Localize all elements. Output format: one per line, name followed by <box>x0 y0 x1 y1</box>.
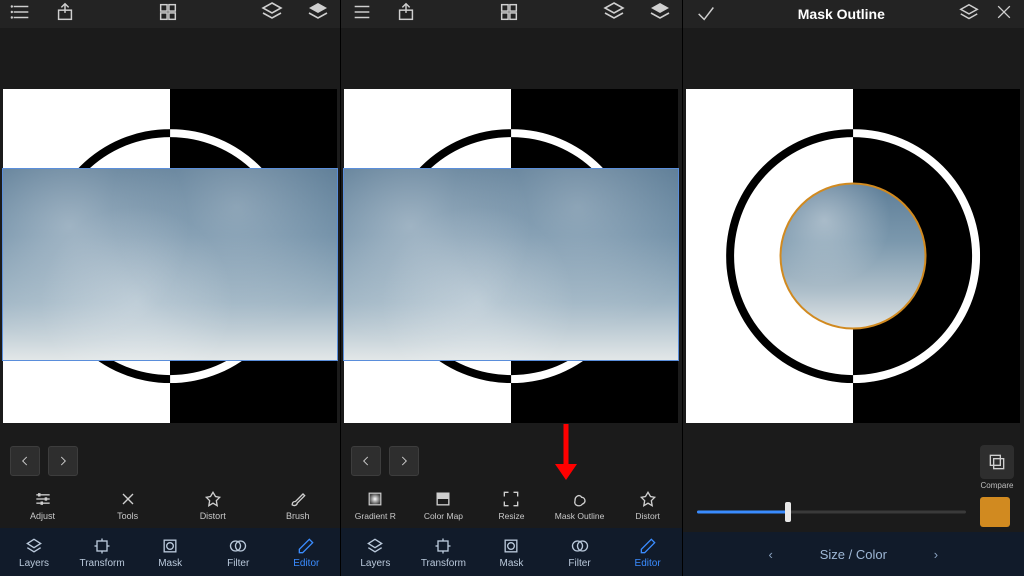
grid-icon[interactable] <box>157 1 179 28</box>
tool-color-map[interactable]: Color Map <box>409 482 477 528</box>
panel-1: Adjust Tools Distort Brush Layers <box>0 0 341 576</box>
tool-label: Adjust <box>30 511 55 521</box>
mode-bar[interactable]: ‹ Size / Color › <box>683 532 1024 576</box>
size-slider[interactable] <box>697 502 966 522</box>
prev-button[interactable] <box>10 446 40 476</box>
tab-editor[interactable]: Editor <box>614 528 682 576</box>
tab-transform[interactable]: Transform <box>409 528 477 576</box>
tab-label: Filter <box>568 558 590 569</box>
tool-label: Tools <box>117 511 138 521</box>
tab-label: Layers <box>360 558 390 569</box>
slider-fill <box>697 511 789 514</box>
frost-layer[interactable] <box>3 169 337 359</box>
layers-outline-icon[interactable] <box>260 0 284 29</box>
tab-label: Layers <box>19 558 49 569</box>
topbar-left <box>351 1 417 28</box>
topbar-center <box>498 1 520 28</box>
tool-distort[interactable]: Distort <box>614 482 682 528</box>
tool-label: Color Map <box>424 511 463 521</box>
tool-label: Mask Outline <box>555 511 605 521</box>
list-icon[interactable] <box>10 1 32 28</box>
slider-thumb[interactable] <box>785 502 791 522</box>
tab-editor[interactable]: Editor <box>272 528 340 576</box>
next-button[interactable] <box>389 446 419 476</box>
tool-mask-outline[interactable]: Mask Outline <box>546 482 614 528</box>
title-bar: Mask Outline <box>683 0 1024 28</box>
tab-mask[interactable]: Mask <box>136 528 204 576</box>
canvas-area <box>0 86 340 426</box>
topbar-right <box>602 0 672 29</box>
tab-filter[interactable]: Filter <box>204 528 272 576</box>
canvas-area <box>683 86 1024 426</box>
slider-row <box>683 492 1024 532</box>
tool-tools[interactable]: Tools <box>85 482 170 528</box>
close-icon[interactable] <box>994 2 1014 27</box>
tool-adjust[interactable]: Adjust <box>0 482 85 528</box>
tool-resize[interactable]: Resize <box>477 482 545 528</box>
spacer <box>0 28 340 86</box>
chevron-left-icon[interactable]: ‹ <box>762 547 780 562</box>
compare-button[interactable]: Compare <box>980 445 1014 490</box>
frost-layer[interactable] <box>344 169 678 359</box>
tab-mask[interactable]: Mask <box>477 528 545 576</box>
list-icon[interactable] <box>351 1 373 28</box>
tab-label: Mask <box>158 558 182 569</box>
topbar-right <box>260 0 330 29</box>
tool-distort[interactable]: Distort <box>170 482 255 528</box>
canvas[interactable] <box>3 89 337 423</box>
compare-label: Compare <box>981 481 1014 490</box>
layers-fill-icon[interactable] <box>306 0 330 29</box>
canvas[interactable] <box>686 89 1020 423</box>
top-toolbar <box>0 0 340 28</box>
tool-label: Distort <box>635 511 660 521</box>
share-icon[interactable] <box>54 1 76 28</box>
next-button[interactable] <box>48 446 78 476</box>
history-nav <box>351 446 419 476</box>
page-title: Mask Outline <box>729 6 954 22</box>
tab-label: Filter <box>227 558 249 569</box>
grid-icon[interactable] <box>498 1 520 28</box>
topbar-center <box>157 1 179 28</box>
mode-label: Size / Color <box>780 547 927 562</box>
tab-label: Mask <box>500 558 524 569</box>
tool-strip: Adjust Tools Distort Brush <box>0 482 340 528</box>
app-root: Adjust Tools Distort Brush Layers <box>0 0 1024 576</box>
topbar-left <box>10 1 76 28</box>
tool-strip: Gradient R Color Map Resize Mask Outline… <box>341 482 681 528</box>
tab-transform[interactable]: Transform <box>68 528 136 576</box>
tab-label: Transform <box>79 558 124 569</box>
spacer <box>341 28 681 86</box>
tool-brush[interactable]: Brush <box>255 482 340 528</box>
color-swatch[interactable] <box>980 497 1010 527</box>
tab-strip: Layers Transform Mask Filter Editor <box>0 528 340 576</box>
tool-label: Brush <box>286 511 310 521</box>
layers-outline-icon[interactable] <box>958 2 980 27</box>
tab-label: Editor <box>293 558 319 569</box>
layers-outline-icon[interactable] <box>602 0 626 29</box>
canvas[interactable] <box>344 89 678 423</box>
spacer <box>683 28 1024 86</box>
tab-label: Transform <box>421 558 466 569</box>
tool-label: Resize <box>498 511 524 521</box>
layers-fill-icon[interactable] <box>648 0 672 29</box>
panel-2: Gradient R Color Map Resize Mask Outline… <box>341 0 682 576</box>
history-nav <box>10 446 78 476</box>
tool-label: Distort <box>200 511 226 521</box>
tool-gradient-r[interactable]: Gradient R <box>341 482 409 528</box>
annotation-arrow-icon <box>552 422 580 482</box>
tool-label: Gradient R <box>355 511 396 521</box>
confirm-icon[interactable] <box>695 2 717 27</box>
canvas-area <box>341 86 681 426</box>
tab-layers[interactable]: Layers <box>341 528 409 576</box>
tab-filter[interactable]: Filter <box>546 528 614 576</box>
top-toolbar <box>341 0 681 28</box>
frost-circle-layer[interactable] <box>780 183 927 330</box>
chevron-right-icon[interactable]: › <box>927 547 945 562</box>
panel-3: Mask Outline Compare <box>683 0 1024 576</box>
share-icon[interactable] <box>395 1 417 28</box>
tab-layers[interactable]: Layers <box>0 528 68 576</box>
prev-button[interactable] <box>351 446 381 476</box>
tab-label: Editor <box>635 558 661 569</box>
tab-strip: Layers Transform Mask Filter Editor <box>341 528 681 576</box>
